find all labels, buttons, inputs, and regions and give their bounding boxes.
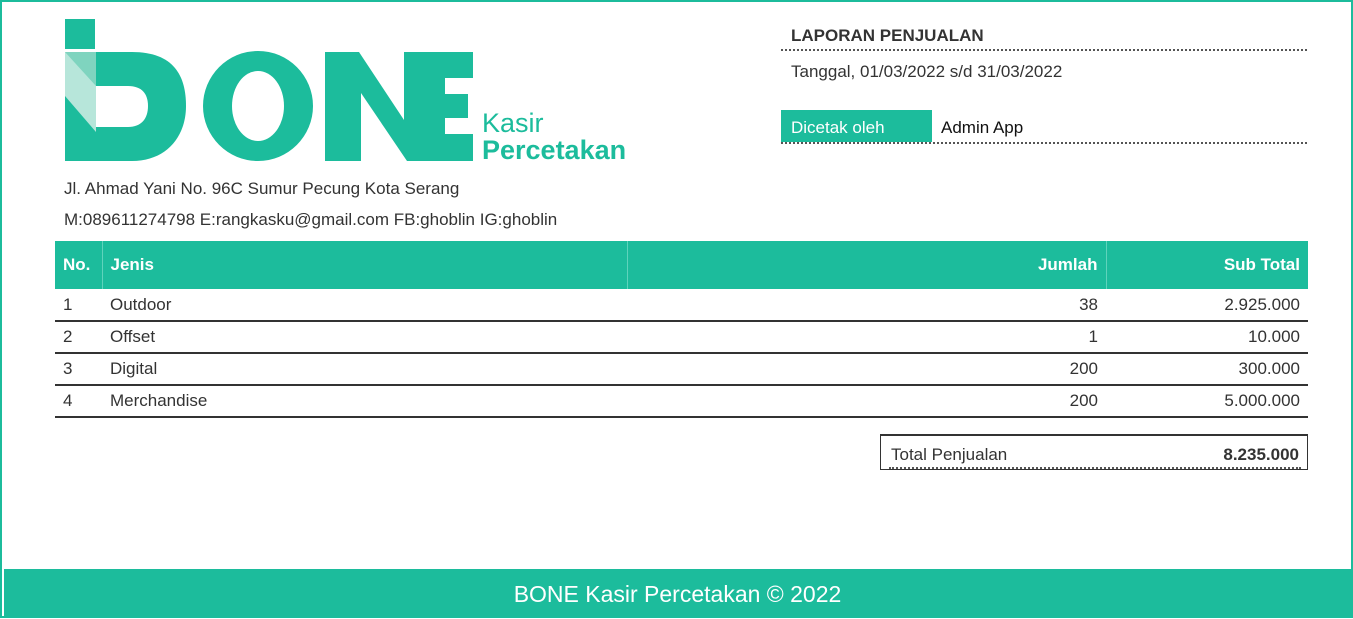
- cell-no: 1: [55, 289, 102, 322]
- cell-subtotal: 2.925.000: [1106, 289, 1308, 322]
- cell-no: 4: [55, 385, 102, 418]
- table-row: 4 Merchandise 200 5.000.000: [55, 385, 1308, 418]
- header-no: No.: [55, 241, 103, 289]
- total-sales-value: 8.235.000: [1223, 445, 1299, 464]
- cell-subtotal: 10.000: [1106, 321, 1308, 354]
- report-title: LAPORAN PENJUALAN: [781, 26, 1307, 51]
- cell-subtotal: 300.000: [1106, 353, 1308, 386]
- printed-by-value: Admin App: [941, 118, 1024, 137]
- table-row: 2 Offset 1 10.000: [55, 321, 1308, 354]
- cell-jenis: Merchandise: [102, 385, 627, 418]
- cell-jenis: Digital: [102, 353, 627, 386]
- table-row: 3 Digital 200 300.000: [55, 353, 1308, 386]
- cell-jumlah: 38: [627, 289, 1106, 322]
- logo-line2: Percetakan: [482, 135, 626, 165]
- cell-no: 3: [55, 353, 102, 386]
- total-sales-label: Total Penjualan: [891, 445, 1008, 464]
- total-sales-box: Total Penjualan 8.235.000: [880, 434, 1308, 470]
- cell-jumlah: 200: [627, 385, 1106, 418]
- cell-jenis: Outdoor: [102, 289, 627, 322]
- company-address: Jl. Ahmad Yani No. 96C Sumur Pecung Kota…: [64, 179, 460, 198]
- cell-jumlah: 1: [627, 321, 1106, 354]
- header-jumlah: Jumlah: [627, 241, 1107, 289]
- dotted-divider: [889, 467, 1301, 469]
- printed-by-label: Dicetak oleh: [781, 110, 932, 142]
- printed-by-row: Dicetak oleh Admin App: [781, 110, 1307, 144]
- table-header-row: No. Jenis Jumlah Sub Total: [55, 241, 1308, 289]
- cell-no: 2: [55, 321, 102, 354]
- header-jenis: Jenis: [102, 241, 628, 289]
- cell-jumlah: 200: [627, 353, 1106, 386]
- sales-table: No. Jenis Jumlah Sub Total 1 Outdoor 38 …: [55, 241, 1308, 418]
- header-subtotal: Sub Total: [1106, 241, 1308, 289]
- company-contacts: M:089611274798 E:rangkasku@gmail.com FB:…: [64, 210, 558, 229]
- cell-subtotal: 5.000.000: [1106, 385, 1308, 418]
- cell-jenis: Offset: [102, 321, 627, 354]
- report-page: Kasir Percetakan Jl. Ahmad Yani No. 96C …: [0, 0, 1353, 618]
- logo-line1: Kasir: [482, 108, 544, 138]
- table-row: 1 Outdoor 38 2.925.000: [55, 289, 1308, 322]
- company-logo: Kasir Percetakan: [62, 16, 672, 166]
- report-date-range: Tanggal, 01/03/2022 s/d 31/03/2022: [791, 62, 1063, 81]
- page-footer: BONE Kasir Percetakan © 2022: [4, 569, 1351, 618]
